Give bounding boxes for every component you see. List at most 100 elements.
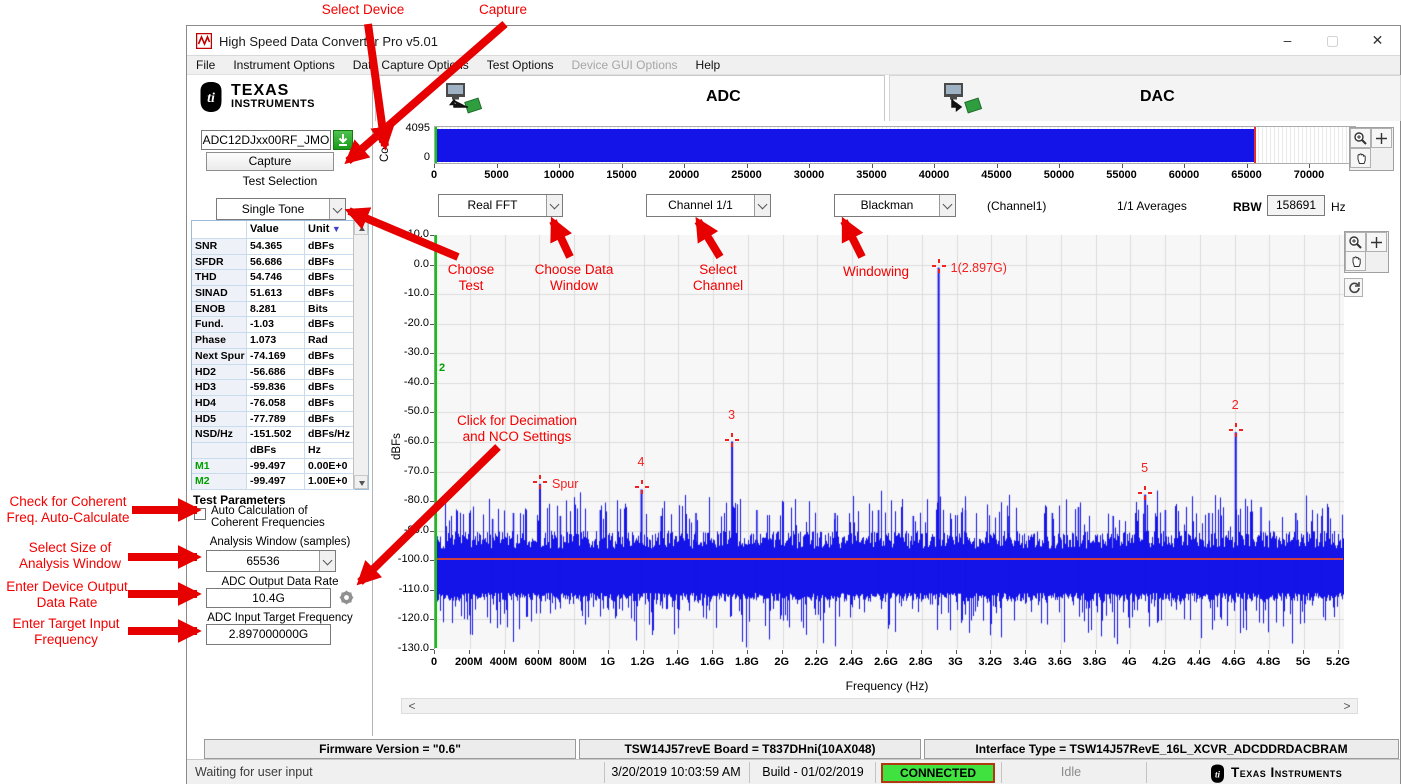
- peak-marker-4[interactable]: [635, 480, 649, 494]
- peak-marker-3[interactable]: [725, 433, 739, 447]
- fft-x-tickmark: [1164, 650, 1165, 654]
- chevron-down-icon[interactable]: [319, 551, 335, 571]
- channel-dropdown[interactable]: Channel 1/1: [646, 194, 771, 217]
- close-button[interactable]: ✕: [1355, 26, 1400, 55]
- menu-data-capture-options[interactable]: Data Capture Options: [344, 56, 478, 74]
- zoom-tool-button[interactable]: [1345, 232, 1366, 252]
- unit-filter-icon[interactable]: ▼: [329, 224, 340, 234]
- crosshair-icon: [645, 486, 649, 488]
- fft-type-dropdown[interactable]: Real FFT: [438, 194, 563, 217]
- fft-x-tickmark: [643, 650, 644, 654]
- tab-adc[interactable]: ADC: [375, 75, 885, 121]
- peak-label-4: 4: [638, 455, 645, 469]
- stats-scrollbar[interactable]: [353, 221, 368, 489]
- peak-marker-2[interactable]: [1229, 423, 1243, 437]
- connected-badge: CONNECTED: [881, 763, 995, 783]
- fft-x-tickmark: [990, 650, 991, 654]
- peak-marker-spur[interactable]: [533, 475, 547, 489]
- stats-row: dBFsHz: [192, 443, 355, 459]
- stat-unit: dBFs/Hz: [305, 427, 355, 442]
- fft-y-tick-label: -80.0: [387, 494, 429, 506]
- codes-x-tickmark: [997, 164, 998, 168]
- rbw-value-field[interactable]: 158691: [1267, 195, 1325, 216]
- stats-header-cell[interactable]: Value: [247, 221, 305, 238]
- fft-h-scrollbar[interactable]: < >: [401, 698, 1358, 714]
- fft-x-tick-label: 2.6G: [874, 656, 898, 668]
- adc-input-freq-input[interactable]: 2.897000000G: [206, 624, 331, 645]
- fft-green-cursor[interactable]: [435, 235, 437, 648]
- tab-dac[interactable]: DAC: [889, 75, 1401, 121]
- scroll-right-icon[interactable]: >: [1339, 699, 1355, 714]
- title-bar: High Speed Data Converter Pro v5.01 – ▢ …: [187, 26, 1400, 56]
- test-selection-dropdown[interactable]: Single Tone: [216, 198, 346, 220]
- chevron-down-icon[interactable]: [939, 195, 955, 216]
- stat-name: ENOB: [192, 302, 247, 317]
- capture-button[interactable]: Capture: [206, 152, 334, 171]
- chevron-down-icon[interactable]: [754, 195, 770, 216]
- stats-header-cell[interactable]: Unit ▼: [305, 221, 355, 238]
- cursor-tool-button[interactable]: [1371, 128, 1392, 148]
- stat-name: NSD/Hz: [192, 427, 247, 442]
- window-dropdown[interactable]: Blackman: [834, 194, 956, 217]
- zoom-reset-button[interactable]: [1344, 278, 1363, 297]
- peak-marker-1[interactable]: [932, 259, 946, 273]
- peak-marker-5[interactable]: [1138, 486, 1152, 500]
- pan-tool-button[interactable]: [1350, 148, 1371, 168]
- codes-plot[interactable]: [434, 126, 1356, 164]
- crosshair-icon: [533, 481, 537, 483]
- codes-red-cursor[interactable]: [1254, 127, 1256, 163]
- scroll-left-icon[interactable]: <: [404, 699, 420, 714]
- stat-name: M2: [192, 474, 247, 489]
- crosshair-icon: [1235, 433, 1237, 437]
- minimize-button[interactable]: –: [1265, 26, 1310, 55]
- stats-header-cell[interactable]: [192, 221, 247, 238]
- stat-unit: Rad: [305, 333, 355, 348]
- fft-x-tickmark: [747, 650, 748, 654]
- stat-value: 54.365: [247, 239, 305, 254]
- stats-row: Fund.-1.03dBFs: [192, 317, 355, 333]
- marker-line[interactable]: [435, 558, 1343, 560]
- gear-icon[interactable]: [337, 588, 356, 607]
- device-load-button[interactable]: [333, 130, 353, 150]
- fft-x-tickmark: [608, 650, 609, 654]
- zoom-tool-button[interactable]: [1350, 128, 1371, 148]
- device-select-input[interactable]: ADC12DJxx00RF_JMO: [201, 130, 331, 150]
- fft-y-tick-label: -40.0: [387, 376, 429, 388]
- scroll-up-icon[interactable]: [354, 221, 368, 235]
- menu-help[interactable]: Help: [687, 56, 730, 74]
- interface-type-box: Interface Type = TSW14J57RevE_16L_XCVR_A…: [924, 739, 1399, 759]
- chevron-down-icon[interactable]: [546, 195, 562, 216]
- fft-x-tickmark: [1268, 650, 1269, 654]
- divider: [1146, 762, 1147, 783]
- menu-test-options[interactable]: Test Options: [478, 56, 563, 74]
- ti-wordmark-line1: Texas: [231, 83, 315, 98]
- stats-row: Phase1.073Rad: [192, 333, 355, 349]
- scroll-down-icon[interactable]: [354, 475, 368, 489]
- cursor-tool-button[interactable]: [1366, 232, 1387, 252]
- crosshair-icon: [938, 269, 940, 273]
- chevron-down-icon[interactable]: [329, 199, 345, 219]
- analysis-window-dropdown[interactable]: 65536: [206, 550, 336, 572]
- fft-x-tickmark: [538, 650, 539, 654]
- fft-x-tick-label: 1G: [601, 656, 616, 668]
- divider: [604, 762, 605, 783]
- adc-output-rate-input[interactable]: 10.4G: [206, 588, 331, 608]
- codes-x-tick-label: 35000: [856, 169, 887, 181]
- adc-output-rate-label: ADC Output Data Rate: [187, 576, 373, 588]
- codes-x-tick-label: 10000: [544, 169, 575, 181]
- stat-unit: dBFs: [305, 349, 355, 364]
- menu-instrument-options[interactable]: Instrument Options: [224, 56, 343, 74]
- menu-file[interactable]: File: [187, 56, 224, 74]
- annotation-analysis-size: Select Size of Analysis Window: [19, 540, 121, 572]
- crosshair-icon: [938, 259, 940, 263]
- maximize-button[interactable]: ▢: [1310, 26, 1355, 55]
- fft-x-tick-label: 4.8G: [1257, 656, 1281, 668]
- pan-tool-button[interactable]: [1345, 251, 1366, 271]
- stats-row: HD5-77.789dBFs: [192, 412, 355, 428]
- status-state: Idle: [1061, 765, 1081, 779]
- status-bar: Waiting for user input 3/20/2019 10:03:5…: [187, 759, 1400, 784]
- peak-label-spur: Spur: [552, 477, 578, 491]
- stat-value: -77.789: [247, 412, 305, 427]
- auto-calc-checkbox[interactable]: [194, 508, 206, 520]
- page-root: High Speed Data Converter Pro v5.01 – ▢ …: [0, 0, 1401, 784]
